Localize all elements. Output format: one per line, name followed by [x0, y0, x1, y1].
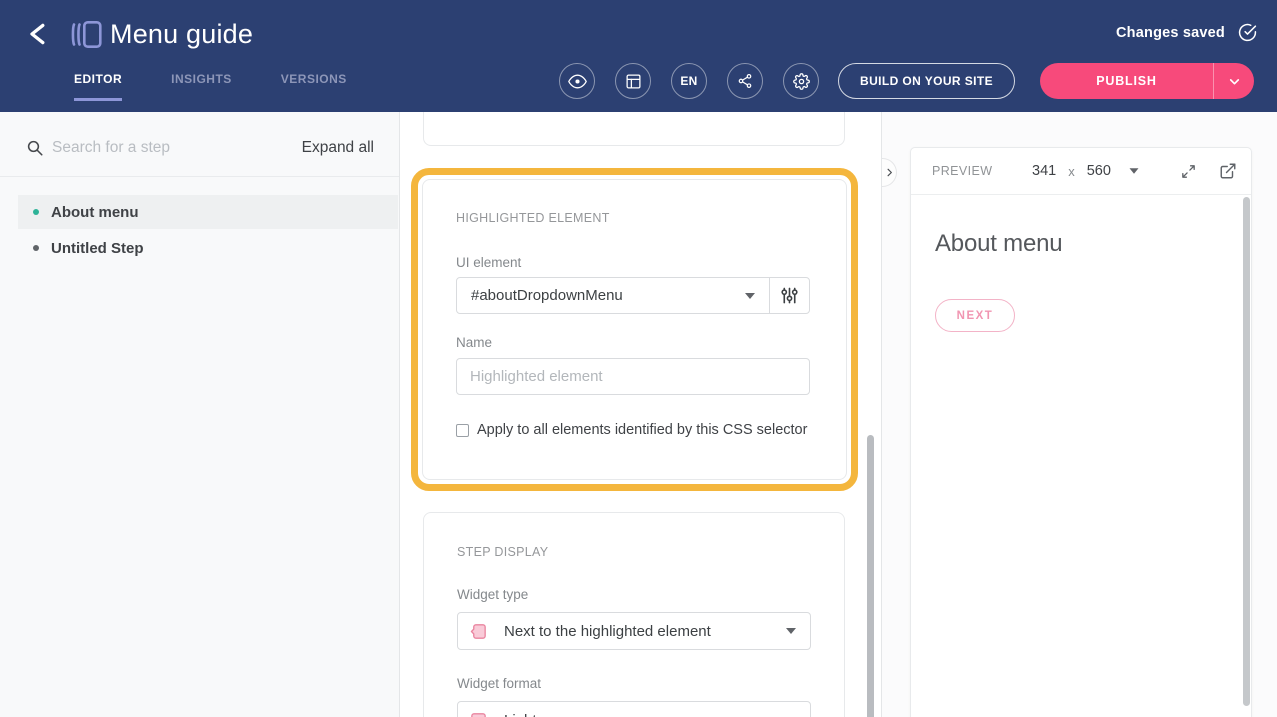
tune-sliders-icon — [780, 286, 799, 305]
widget-format-value: Light — [504, 712, 786, 717]
widget-type-value: Next to the highlighted element — [504, 623, 786, 640]
layout-button[interactable] — [615, 63, 651, 99]
widget-format-select[interactable]: Light — [457, 701, 811, 717]
apply-all-checkbox-row[interactable]: Apply to all elements identified by this… — [456, 422, 807, 438]
expand-all-link[interactable]: Expand all — [302, 139, 374, 157]
preview-region: PREVIEW 341 x 560 About menu — [882, 112, 1277, 717]
previous-settings-card — [423, 112, 845, 146]
section-heading: HIGHLIGHTED ELEMENT — [456, 211, 610, 225]
top-navbar: Menu guide Changes saved EDITOR INSIGHTS… — [0, 0, 1277, 112]
panel-divider — [881, 112, 882, 717]
preview-panel: PREVIEW 341 x 560 About menu — [910, 147, 1252, 717]
preview-size-separator: x — [1068, 164, 1075, 179]
ui-element-value: #aboutDropdownMenu — [471, 287, 745, 304]
apply-all-checkbox[interactable] — [456, 424, 469, 437]
step-editor-panel: HIGHLIGHTED ELEMENT UI element #aboutDro… — [400, 112, 881, 717]
gear-icon — [793, 73, 810, 90]
changes-saved-label: Changes saved — [1116, 25, 1225, 41]
preview-eye-button[interactable] — [559, 63, 595, 99]
app-window: Menu guide Changes saved EDITOR INSIGHTS… — [0, 0, 1277, 717]
step-status-dot — [33, 209, 39, 215]
highlighted-element-card: HIGHLIGHTED ELEMENT UI element #aboutDro… — [422, 179, 847, 480]
expand-diagonal-icon — [1180, 163, 1197, 180]
ui-element-select[interactable]: #aboutDropdownMenu — [457, 278, 769, 313]
steps-sidebar: Expand all About menu Untitled Step — [0, 112, 400, 717]
page-title: Menu guide — [110, 19, 253, 50]
caret-down-icon — [786, 628, 796, 634]
widget-type-label: Widget type — [457, 587, 528, 602]
publish-button[interactable]: PUBLISH — [1040, 63, 1213, 99]
step-display-card: STEP DISPLAY Widget type Next to the hig… — [423, 512, 845, 717]
highlighted-element-name-input[interactable] — [456, 358, 810, 395]
settings-button[interactable] — [783, 63, 819, 99]
step-label: About menu — [51, 204, 139, 221]
widget-type-select[interactable]: Next to the highlighted element — [457, 612, 811, 650]
build-button-label: BUILD ON YOUR SITE — [860, 74, 993, 88]
preview-header-icons — [1180, 162, 1237, 180]
element-settings-button[interactable] — [769, 278, 809, 313]
guide-logo-icon — [69, 20, 103, 49]
ui-element-label: UI element — [456, 255, 521, 270]
language-button[interactable]: EN — [671, 63, 707, 99]
topbar-actions: EN BUILD ON YOUR SITE PUBLISH — [0, 63, 1277, 99]
share-button[interactable] — [727, 63, 763, 99]
preview-height-value: 560 — [1087, 163, 1111, 179]
next-button-label: NEXT — [957, 310, 994, 322]
layout-icon — [625, 73, 642, 90]
caret-down-icon — [1129, 168, 1138, 173]
step-search-row: Expand all — [0, 112, 399, 177]
preview-heading: PREVIEW — [932, 164, 992, 178]
language-label: EN — [680, 74, 697, 88]
search-icon — [26, 139, 44, 157]
chevron-down-icon — [1228, 75, 1241, 88]
publish-split-button: PUBLISH — [1040, 63, 1254, 99]
tooltip-widget-icon — [469, 622, 488, 641]
section-heading: STEP DISPLAY — [457, 545, 548, 559]
preview-header: PREVIEW 341 x 560 — [911, 148, 1251, 195]
eye-icon — [568, 72, 587, 91]
editor-scrollbar-thumb[interactable] — [867, 435, 874, 717]
check-circle-icon — [1238, 23, 1257, 42]
highlighted-section-ring: HIGHLIGHTED ELEMENT UI element #aboutDro… — [411, 168, 858, 491]
chevron-left-icon — [27, 22, 49, 46]
chevron-right-icon — [884, 167, 895, 178]
external-link-icon — [1219, 162, 1237, 180]
preview-step-title: About menu — [935, 230, 1062, 258]
preview-scrollbar-thumb[interactable] — [1243, 197, 1250, 706]
step-item-about-menu[interactable]: About menu — [18, 195, 398, 229]
preview-width-value: 341 — [1032, 163, 1056, 179]
search-input[interactable] — [52, 139, 302, 157]
open-in-new-tab-button[interactable] — [1219, 162, 1237, 180]
expand-preview-button[interactable] — [1180, 163, 1197, 180]
preview-next-button[interactable]: NEXT — [935, 299, 1015, 332]
caret-down-icon — [745, 293, 755, 299]
name-label: Name — [456, 335, 492, 350]
build-on-your-site-button[interactable]: BUILD ON YOUR SITE — [838, 63, 1015, 99]
publish-dropdown-button[interactable] — [1213, 63, 1254, 99]
share-icon — [737, 73, 753, 89]
step-item-untitled-step[interactable]: Untitled Step — [18, 231, 398, 265]
ui-element-select-group: #aboutDropdownMenu — [456, 277, 810, 314]
preview-size-select[interactable]: 341 x 560 — [1032, 163, 1139, 179]
step-status-dot — [33, 245, 39, 251]
apply-all-label: Apply to all elements identified by this… — [477, 422, 807, 438]
back-button[interactable] — [27, 22, 49, 46]
bubble-widget-icon — [469, 711, 488, 717]
step-label: Untitled Step — [51, 240, 144, 257]
changes-saved-status: Changes saved — [1116, 23, 1257, 42]
step-list: About menu Untitled Step — [0, 177, 399, 265]
widget-format-label: Widget format — [457, 676, 541, 691]
